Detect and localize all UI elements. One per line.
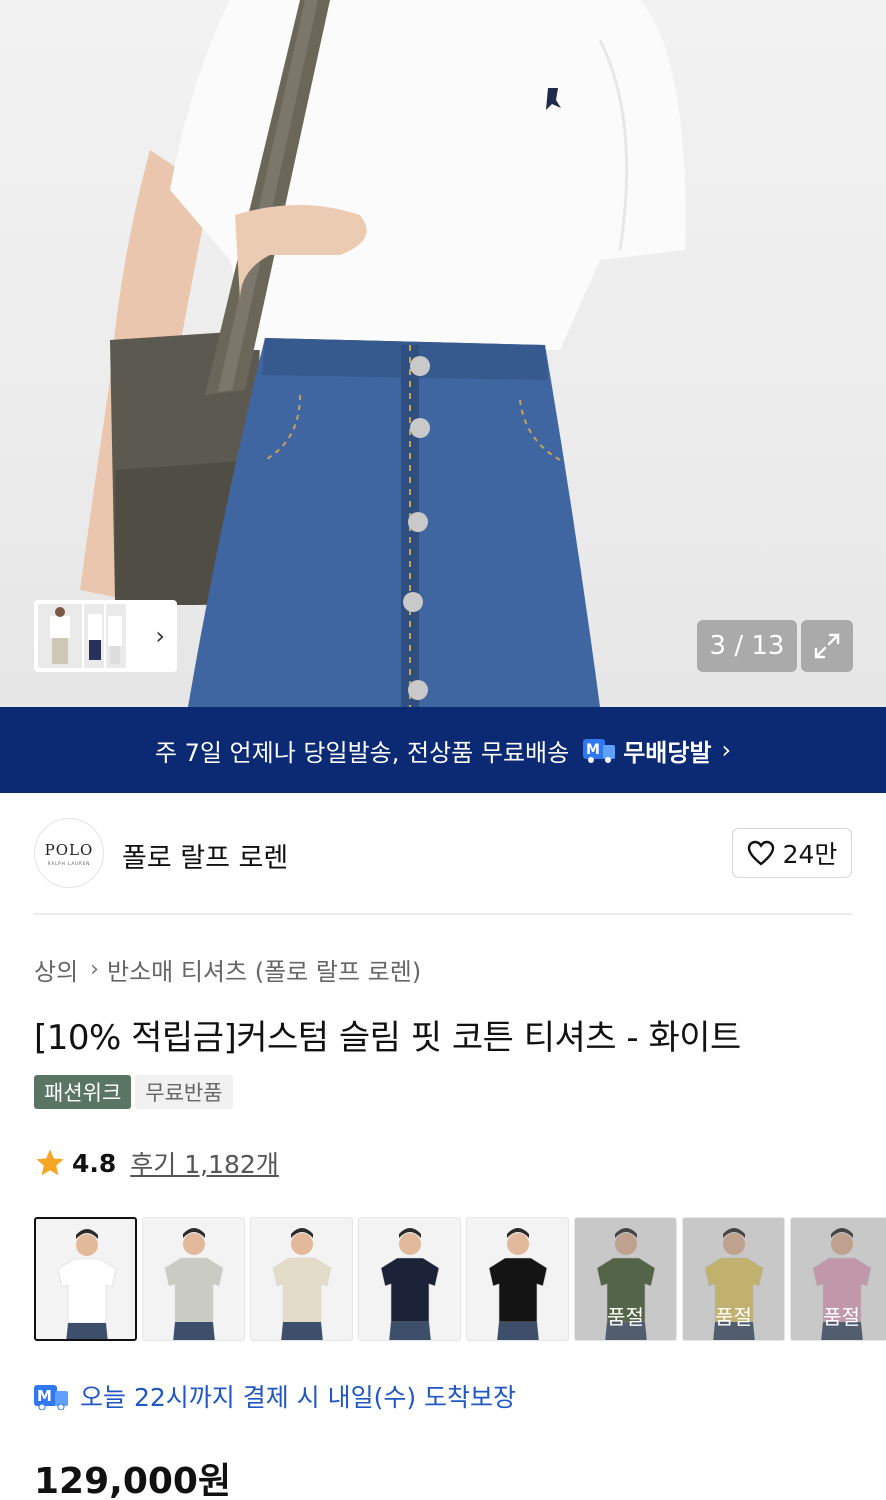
gallery-thumb-3[interactable] — [106, 604, 126, 668]
model-thumbnail — [57, 1229, 117, 1339]
tag-free-return: 무료반품 — [135, 1075, 233, 1109]
model-thumbnail — [272, 1228, 332, 1340]
product-tags: 패션위크 무료반품 — [34, 1075, 237, 1109]
brand-name[interactable]: 폴로 랄프 로렌 — [122, 836, 288, 875]
like-button[interactable]: 24만 — [732, 828, 852, 878]
model-thumbnail — [380, 1228, 440, 1340]
m-delivery-icon: M — [583, 737, 617, 763]
image-counter: 3 / 13 — [697, 620, 797, 672]
soldout-label: 품절 — [715, 1305, 752, 1329]
breadcrumb: 상의 › 반소매 티셔츠 (폴로 랄프 로렌) — [34, 952, 421, 987]
svg-text:M: M — [586, 742, 600, 758]
breadcrumb-subcategory[interactable]: 반소매 티셔츠 (폴로 랄프 로렌) — [107, 952, 421, 987]
color-option-beige[interactable] — [250, 1217, 353, 1341]
product-hero-image[interactable]: › 3 / 13 — [0, 0, 886, 707]
soldout-label: 품절 — [823, 1305, 860, 1329]
model-thumbnail — [164, 1228, 224, 1340]
chevron-right-icon: › — [721, 736, 732, 764]
star-icon — [36, 1149, 64, 1176]
chevron-right-icon[interactable]: › — [155, 622, 165, 650]
gallery-thumb-1[interactable] — [38, 604, 82, 668]
color-option-yellow[interactable]: 품절 — [682, 1217, 785, 1341]
tag-fashion-week: 패션위크 — [34, 1075, 132, 1109]
heart-icon — [747, 840, 774, 866]
color-option-navy[interactable] — [358, 1217, 461, 1341]
color-options: 품절 품절 품절 — [34, 1217, 886, 1341]
shipping-badge-label: 무배당발 — [623, 738, 712, 767]
color-option-white[interactable] — [34, 1217, 137, 1341]
color-option-green[interactable]: 품절 — [574, 1217, 677, 1341]
color-option-grey[interactable] — [142, 1217, 245, 1341]
gallery-thumbnail-strip[interactable]: › — [34, 600, 177, 672]
divider — [34, 913, 852, 915]
product-title: [10% 적립금]커스텀 슬림 핏 코튼 티셔츠 - 화이트 — [34, 1018, 741, 1058]
like-count: 24만 — [782, 840, 838, 869]
rating-score: 4.8 — [72, 1148, 117, 1178]
delivery-guarantee: M 오늘 22시까지 결제 시 내일(수) 도착보장 — [34, 1378, 516, 1414]
product-price: 129,000원 — [34, 1461, 232, 1500]
soldout-label: 품절 — [607, 1305, 644, 1329]
delivery-text: 오늘 22시까지 결제 시 내일(수) 도착보장 — [80, 1383, 517, 1412]
gallery-thumb-2[interactable] — [84, 604, 104, 668]
review-link[interactable]: 후기 1,182개 — [130, 1145, 279, 1181]
model-thumbnail — [488, 1228, 548, 1340]
chevron-right-icon: › — [90, 957, 99, 982]
svg-text:M: M — [37, 1387, 52, 1405]
color-option-pink[interactable]: 품절 — [790, 1217, 886, 1341]
expand-icon[interactable] — [801, 620, 853, 672]
rating: 4.8 후기 1,182개 — [34, 1145, 279, 1181]
brand-logo[interactable]: POLO RALPH LAUREN — [34, 818, 104, 888]
color-option-black[interactable] — [466, 1217, 569, 1341]
m-delivery-icon: M — [34, 1385, 68, 1410]
brand-row: POLO RALPH LAUREN 폴로 랄프 로렌 24만 — [34, 818, 852, 888]
breadcrumb-category[interactable]: 상의 — [34, 952, 78, 987]
shipping-banner-text: 주 7일 언제나 당일발송, 전상품 무료배송 — [154, 738, 570, 767]
shipping-banner[interactable]: 주 7일 언제나 당일발송, 전상품 무료배송 M 무배당발 › — [0, 707, 886, 793]
